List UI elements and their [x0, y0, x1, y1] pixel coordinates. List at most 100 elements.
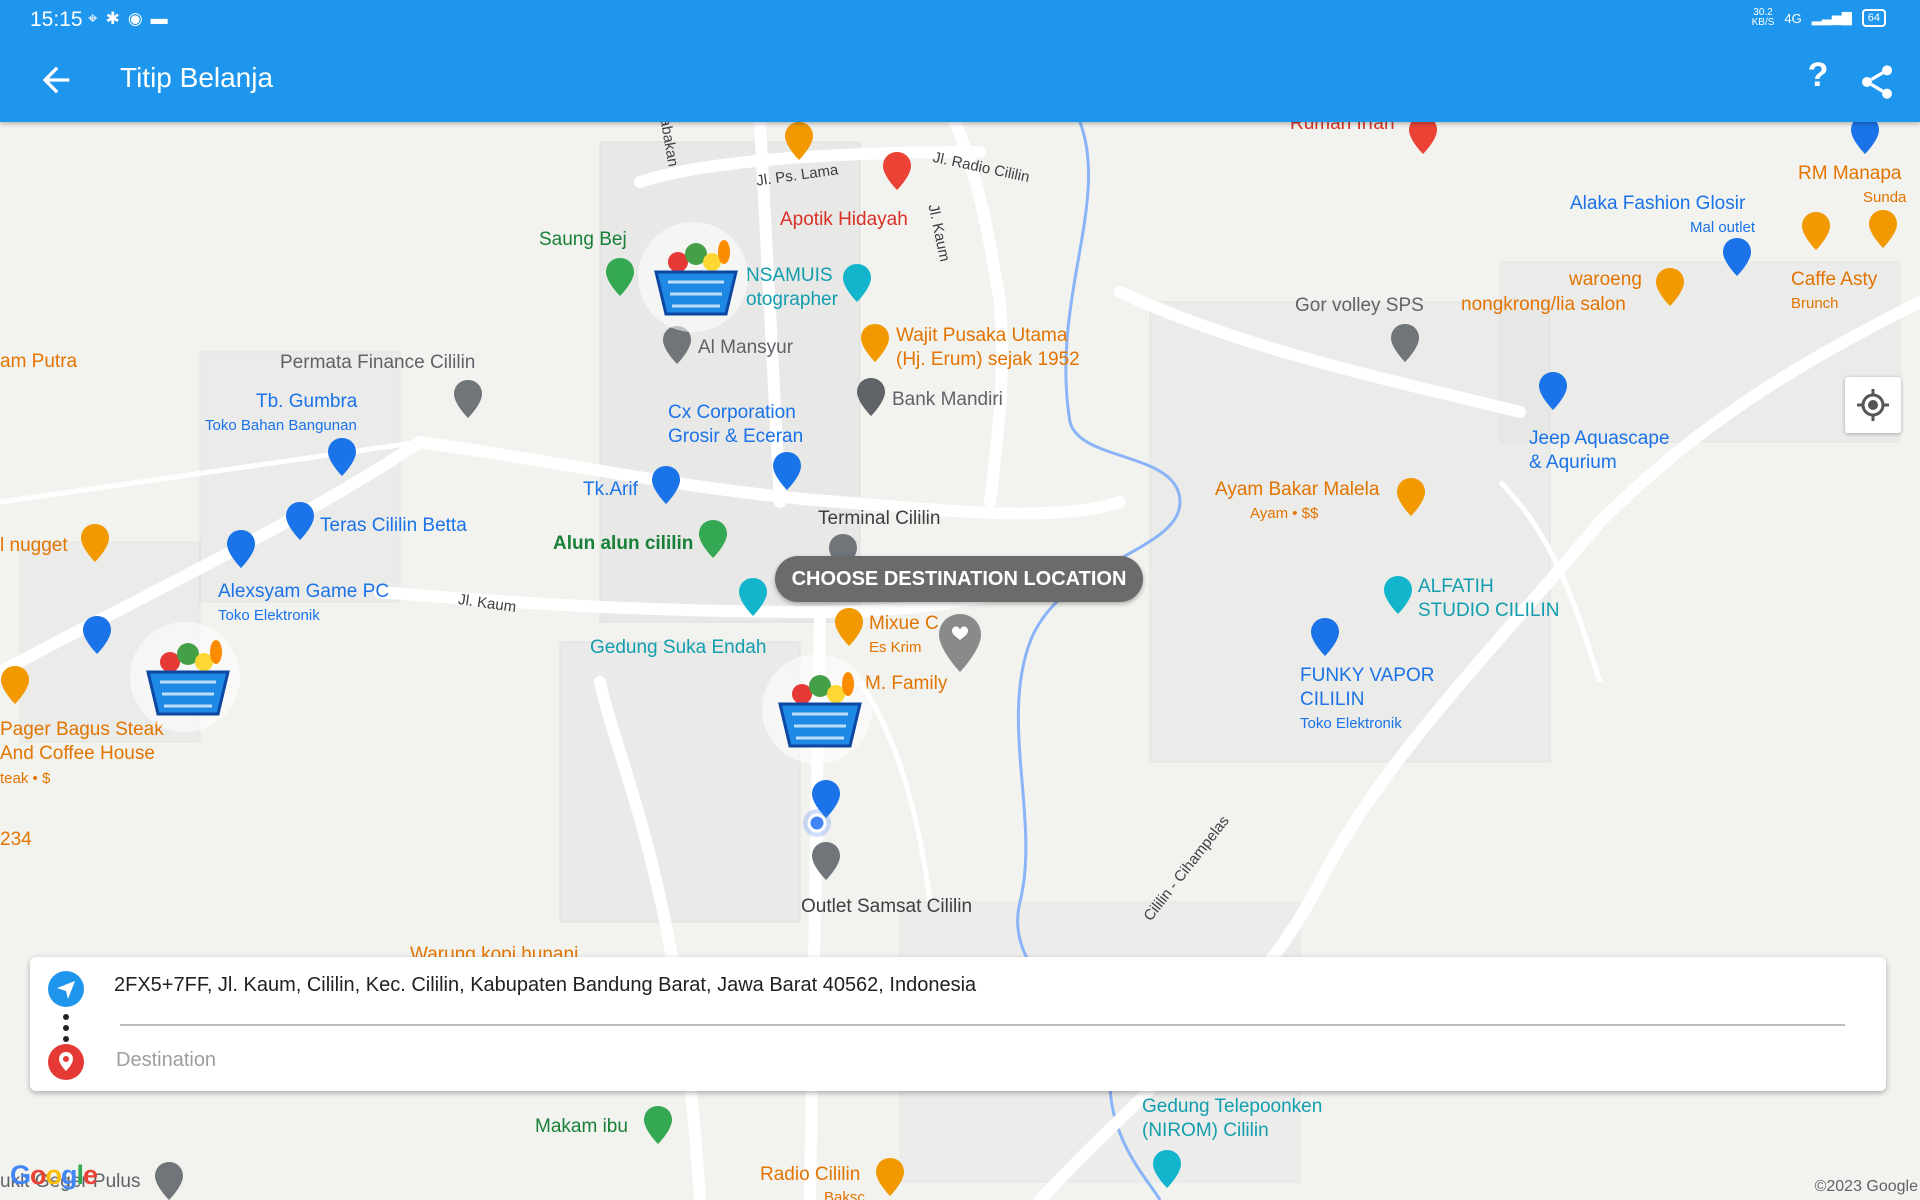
map-label-alun[interactable]: Alun alun cililin	[553, 532, 693, 555]
place-pin-icon[interactable]	[811, 842, 841, 880]
map-label-cx-line2: Grosir & Eceran	[668, 426, 804, 447]
map-label-caffe-asty[interactable]: Caffe Asty	[1791, 268, 1877, 291]
map-label-waroeng[interactable]: waroeng	[1569, 268, 1642, 291]
map-label-nsamuis[interactable]: NSAMUIS	[746, 264, 833, 287]
map-label-pager-line2: And Coffee House	[0, 743, 155, 764]
map-label-permata[interactable]: Permata Finance Cililin	[280, 351, 475, 374]
net-speed: 30.2 KB/S	[1751, 7, 1775, 28]
shop-basket-marker[interactable]	[762, 654, 872, 764]
map-label-rumah-irfan[interactable]: Rumah Irfan	[1290, 122, 1395, 135]
map-label-outlet-samsat[interactable]: Outlet Samsat Cililin	[801, 895, 972, 918]
park-pin-icon[interactable]	[698, 520, 728, 558]
shopping-pin-icon[interactable]	[772, 452, 802, 490]
map-label-tb-gumbra[interactable]: Tb. Gumbra	[256, 390, 357, 413]
map-label-am-putra[interactable]: am Putra	[0, 350, 77, 373]
map-label-gedung-tel-line1[interactable]: Gedung Telepoonken	[1142, 1095, 1322, 1118]
restaurant-pin-icon[interactable]	[860, 324, 890, 362]
map-label-bank-mandiri[interactable]: Bank Mandiri	[892, 388, 1003, 411]
basket-icon	[146, 640, 230, 716]
shopping-pin-icon[interactable]	[1722, 238, 1752, 276]
place-pin-icon[interactable]	[1408, 122, 1438, 154]
map-label-gedung-suka[interactable]: Gedung Suka Endah	[590, 636, 766, 659]
park-pin-icon[interactable]	[643, 1106, 673, 1144]
destination-pin-icon	[48, 1044, 84, 1080]
place-pin-icon[interactable]	[1850, 122, 1880, 154]
map-label-es-krim: Es Krim	[869, 639, 922, 656]
map-label-radio-cililin[interactable]: Radio Cililin	[760, 1163, 860, 1186]
map-label-apotik[interactable]: Apotik Hidayah	[780, 208, 908, 231]
map-label-makam[interactable]: Makam ibu	[535, 1115, 628, 1138]
map-label-al-mansyur[interactable]: Al Mansyur	[698, 336, 793, 359]
map-label-jeep-line1[interactable]: Jeep Aquascape	[1529, 427, 1670, 450]
map-label-cx-line1[interactable]: Cx Corporation	[668, 401, 796, 424]
restaurant-pin-icon[interactable]	[875, 1158, 905, 1196]
destination-field[interactable]	[114, 1037, 1848, 1083]
art-pin-icon[interactable]	[842, 264, 872, 302]
my-location-button[interactable]	[1845, 377, 1901, 433]
map-label-toko-bahan: Toko Bahan Bangunan	[205, 417, 357, 434]
shopping-pin-icon[interactable]	[226, 530, 256, 568]
map-label-teras[interactable]: Teras Cililin Betta	[320, 514, 467, 537]
map-label-steak: teak • $	[0, 770, 51, 787]
help-button[interactable]: ?	[1800, 56, 1836, 100]
status-time: 15:15	[30, 8, 83, 31]
restaurant-pin-icon[interactable]	[1868, 210, 1898, 248]
shopping-pin-icon[interactable]	[1538, 372, 1568, 410]
route-dots-icon	[63, 1014, 69, 1042]
map-label-wajit-line1[interactable]: Wajit Pusaka Utama	[896, 324, 1067, 347]
map-label-wajit-line2: (Hj. Erum) sejak 1952	[896, 349, 1080, 370]
pharmacy-pin-icon[interactable]	[882, 152, 912, 190]
restaurant-pin-icon[interactable]	[834, 608, 864, 646]
navigation-arrow-icon	[48, 971, 84, 1007]
map-label-234: 234	[0, 829, 32, 850]
restaurant-pin-icon[interactable]	[1396, 478, 1426, 516]
back-arrow-icon[interactable]	[36, 60, 76, 100]
map-label-saung[interactable]: Saung Bej	[539, 228, 627, 251]
map-label-rm-manapa[interactable]: RM Manapa	[1798, 162, 1902, 185]
restaurant-pin-icon[interactable]	[784, 122, 814, 160]
shopping-pin-icon[interactable]	[285, 502, 315, 540]
battery-saver-icon: ▬	[150, 9, 176, 28]
restaurant-pin-icon[interactable]	[0, 666, 30, 704]
landmark-pin-icon[interactable]	[738, 578, 768, 616]
map-label-alaka[interactable]: Alaka Fashion Glosir	[1570, 192, 1745, 215]
spotify-icon: ◉	[127, 9, 151, 28]
restaurant-pin-icon[interactable]	[80, 524, 110, 562]
map-label-nugget[interactable]: l nugget	[0, 534, 68, 557]
place-pin-icon[interactable]	[1390, 324, 1420, 362]
shopping-pin-icon[interactable]	[1310, 618, 1340, 656]
cart-pin-icon[interactable]	[651, 466, 681, 504]
map-label-alfatih-line2: STUDIO CILILIN	[1418, 600, 1560, 621]
shop-basket-marker[interactable]	[130, 622, 240, 732]
basket-icon	[778, 672, 862, 748]
place-pin-icon[interactable]	[154, 1162, 184, 1200]
shop-basket-marker[interactable]	[638, 222, 748, 332]
map-label-m-family[interactable]: M. Family	[865, 672, 947, 695]
atm-pin-icon[interactable]	[856, 378, 886, 416]
store-pin-icon[interactable]	[82, 616, 112, 654]
map-label-ayam-bakar[interactable]: Ayam Bakar Malela	[1215, 478, 1379, 501]
map-label-brunch: Brunch	[1791, 295, 1839, 312]
garden-pin-icon[interactable]	[605, 258, 635, 296]
status-right-icons: 30.2 KB/S 4G ▂▃▅▇ 64	[1752, 8, 1886, 28]
map-label-gor-volley[interactable]: Gor volley SPS	[1295, 294, 1424, 317]
map-label-gedung-tel-line2: (NIROM) Cililin	[1142, 1120, 1269, 1141]
map-label-funky-line1[interactable]: FUNKY VAPOR	[1300, 664, 1434, 687]
landmark-pin-icon[interactable]	[1152, 1150, 1182, 1188]
share-icon[interactable]	[1857, 62, 1897, 102]
google-logo: Google	[10, 1160, 98, 1190]
map-copyright: ©2023 Google	[1814, 1178, 1918, 1195]
map-label-alexsyam[interactable]: Alexsyam Game PC	[218, 580, 389, 603]
map-label-terminal[interactable]: Terminal Cililin	[818, 507, 940, 530]
map-label-tk-arif[interactable]: Tk.Arif	[583, 478, 638, 501]
cafe-pin-icon[interactable]	[1655, 268, 1685, 306]
place-pin-icon[interactable]	[453, 380, 483, 418]
art-pin-icon[interactable]	[1383, 576, 1413, 614]
shopping-pin-icon[interactable]	[327, 438, 357, 476]
crosshair-icon	[1857, 389, 1889, 421]
map-label-alfatih-line1[interactable]: ALFATIH	[1418, 575, 1494, 598]
restaurant-pin-icon[interactable]	[1801, 212, 1831, 250]
map-label-nongkrong[interactable]: nongkrong/lia salon	[1461, 293, 1626, 316]
origin-field[interactable]: 2FX5+7FF, Jl. Kaum, Cililin, Kec. Cilili…	[114, 967, 1844, 1003]
map-label-mixue[interactable]: Mixue C	[869, 612, 939, 635]
